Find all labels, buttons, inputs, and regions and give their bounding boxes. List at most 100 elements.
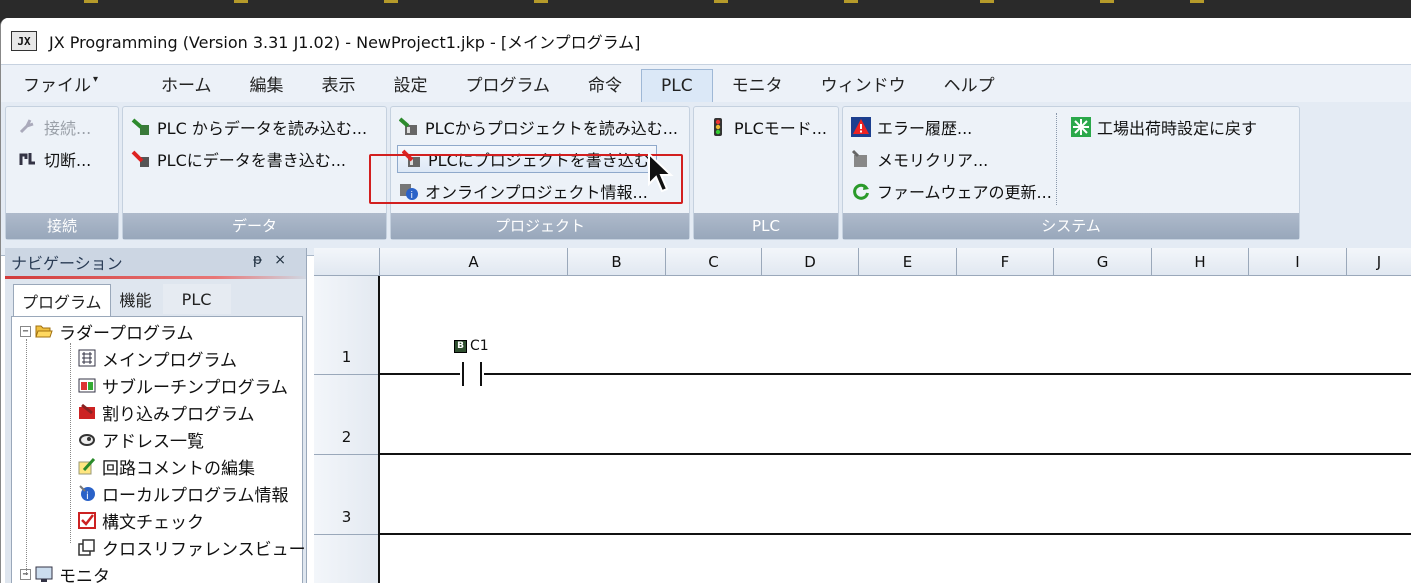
ladder-editor[interactable]: A B C D E F G H I J 1 2 3 B C1 — [314, 248, 1411, 583]
ribbon-group-label-data: データ — [123, 213, 386, 239]
column-header-h: H — [1152, 248, 1249, 276]
tree-item-ladder-program[interactable]: − ラダープログラム — [20, 318, 193, 344]
column-header-b: B — [568, 248, 666, 276]
app-window: JX JX Programming (Version 3.31 J1.02) -… — [0, 18, 1411, 583]
tree-guide-line — [26, 339, 27, 575]
write-data-button[interactable]: PLCにデータを書き込む... — [131, 145, 346, 173]
menu-home[interactable]: ホーム — [142, 69, 231, 99]
grid-corner — [314, 248, 380, 276]
tree-item-circuit-comment-edit[interactable]: 回路コメントの編集 — [78, 453, 255, 479]
menu-file[interactable]: ファイル ▾ — [1, 69, 142, 99]
navigation-header-accent — [5, 276, 306, 279]
row-header-4[interactable] — [314, 535, 380, 583]
row-header-2[interactable]: 2 — [314, 375, 380, 455]
window-title: JX Programming (Version 3.31 J1.02) - Ne… — [49, 33, 641, 52]
error-history-button[interactable]: エラー履歴... — [851, 113, 972, 141]
column-header-j: J — [1347, 248, 1411, 276]
plc-mode-button[interactable]: PLCモード... — [708, 113, 827, 141]
left-power-rail — [378, 276, 380, 583]
menu-plc[interactable]: PLC — [641, 68, 713, 103]
pin-icon[interactable]: ᵽ — [253, 252, 274, 268]
column-header-d: D — [762, 248, 859, 276]
menu-monitor[interactable]: モニタ — [713, 69, 802, 99]
column-header-a: A — [380, 248, 568, 276]
row-header-3[interactable]: 3 — [314, 455, 380, 535]
ribbon-group-data: PLC からデータを読み込む... PLCにデータを書き込む... データ — [122, 106, 387, 240]
column-header-i: I — [1249, 248, 1347, 276]
subroutine-icon — [78, 376, 96, 394]
ribbon-separator — [1056, 113, 1057, 205]
column-header-e: E — [859, 248, 957, 276]
desktop-decoration — [234, 0, 248, 3]
menu-view[interactable]: 表示 — [303, 69, 375, 99]
address-list-icon — [78, 430, 96, 448]
monitor-icon — [35, 565, 53, 583]
refresh-icon — [851, 181, 871, 201]
contact-badge: B — [454, 339, 467, 353]
contact-c1[interactable] — [460, 362, 484, 386]
tree-item-interrupt-program[interactable]: 割り込みプログラム — [78, 399, 255, 425]
read-data-button[interactable]: PLC からデータを読み込む... — [131, 113, 367, 141]
firmware-update-button[interactable]: ファームウェアの更新... — [851, 177, 1052, 205]
tree-item-subroutine-program[interactable]: サブルーチンプログラム — [78, 372, 288, 398]
desktop-decoration — [1190, 0, 1204, 3]
cross-reference-icon — [78, 538, 96, 556]
menu-window[interactable]: ウィンドウ — [802, 69, 925, 99]
title-bar[interactable]: JX JX Programming (Version 3.31 J1.02) -… — [1, 18, 1411, 64]
read-project-button[interactable]: PLCからプロジェクトを読み込む... — [398, 113, 678, 141]
tree-item-address-list[interactable]: アドレス一覧 — [78, 426, 204, 452]
memory-clear-button[interactable]: メモリクリア... — [851, 145, 988, 173]
tab-function[interactable]: 機能 — [111, 284, 161, 314]
warning-icon — [851, 117, 871, 137]
ribbon-group-plc: PLCモード... PLC — [693, 106, 839, 240]
ladder-icon — [78, 349, 96, 367]
column-header-c: C — [666, 248, 762, 276]
tree-item-local-program-info[interactable]: i ローカルプログラム情報 — [78, 480, 289, 506]
desktop-decoration — [384, 0, 398, 3]
tree-guide-line — [70, 343, 71, 543]
read-project-icon — [398, 117, 419, 137]
ribbon-group-connect: 接続... 切断... 接続 — [5, 106, 119, 240]
menu-program[interactable]: プログラム — [447, 69, 570, 99]
ribbon-group-label-system: システム — [843, 213, 1299, 239]
menu-instruction[interactable]: 命令 — [569, 69, 641, 99]
info-icon: i — [78, 484, 96, 502]
connect-button[interactable]: 接続... — [18, 113, 91, 141]
project-tree: − ラダープログラム メインプログラム サブルーチンプログラム 割り込みプログラ… — [11, 316, 306, 583]
column-header-g: G — [1054, 248, 1152, 276]
collapse-icon[interactable]: − — [20, 568, 31, 580]
tree-item-main-program[interactable]: メインプログラム — [78, 345, 237, 371]
menu-edit[interactable]: 編集 — [231, 69, 303, 99]
disconnect-button[interactable]: 切断... — [18, 145, 91, 173]
menu-help[interactable]: ヘルプ — [925, 69, 1014, 99]
traffic-light-icon — [708, 117, 728, 137]
tab-program[interactable]: プログラム — [13, 284, 111, 316]
desktop-decoration — [714, 0, 728, 3]
row-header-1[interactable]: 1 — [314, 276, 380, 375]
menu-file-caret: ▾ — [93, 74, 99, 85]
rung-3-line — [380, 533, 1411, 535]
desktop-decoration — [534, 0, 548, 3]
collapse-icon[interactable]: − — [20, 325, 31, 337]
disconnect-icon — [18, 149, 38, 169]
ribbon-group-system: エラー履歴... メモリクリア... ファームウェアの更新... 工場出荷時設定… — [842, 106, 1300, 240]
write-data-icon — [131, 149, 151, 169]
navigation-title: ナビゲーション — [11, 254, 123, 273]
contact-name: C1 — [470, 338, 489, 354]
tab-plc[interactable]: PLC — [162, 284, 231, 314]
app-icon: JX — [11, 31, 37, 51]
rung-1-line — [484, 373, 1411, 375]
factory-reset-button[interactable]: 工場出荷時設定に戻す — [1071, 113, 1257, 141]
folder-open-icon — [35, 322, 53, 340]
tree-item-cross-reference[interactable]: クロスリファレンスビュー — [78, 534, 306, 560]
memory-clear-icon — [851, 149, 871, 169]
menu-settings[interactable]: 設定 — [375, 69, 447, 99]
tree-item-monitor[interactable]: − モニタ — [20, 561, 110, 583]
svg-text:i: i — [86, 491, 89, 502]
read-data-icon — [131, 117, 151, 137]
desktop-decoration — [980, 0, 994, 3]
tree-item-syntax-check[interactable]: 構文チェック — [78, 507, 204, 533]
navigation-header: ナビゲーション ᵽ× — [5, 248, 306, 276]
close-icon[interactable]: × — [274, 252, 298, 268]
ribbon: 接続... 切断... 接続 PLC からデータを読み込む... PLCにデータ… — [1, 102, 1411, 256]
